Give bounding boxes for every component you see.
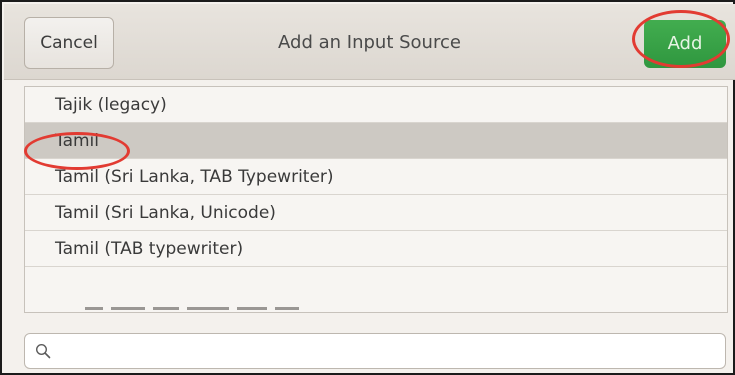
list-item[interactable]: Tamil (TAB typewriter) xyxy=(25,231,727,267)
list-item[interactable]: Tamil (Sri Lanka, TAB Typewriter) xyxy=(25,159,727,195)
search-icon xyxy=(35,343,51,359)
header-bar: Cancel Add an Input Source Add xyxy=(4,4,735,80)
list-item[interactable]: Tamil xyxy=(25,123,727,159)
add-input-source-dialog: Cancel Add an Input Source Add Tajik (le… xyxy=(0,0,735,375)
add-button[interactable]: Add xyxy=(644,20,726,68)
list-item[interactable]: Tajik (legacy) xyxy=(25,87,727,123)
search-field[interactable] xyxy=(24,333,726,369)
dialog-title: Add an Input Source xyxy=(278,32,461,53)
clipped-row-text xyxy=(85,307,299,310)
list-item-partial[interactable] xyxy=(25,291,727,312)
search-input[interactable] xyxy=(59,336,713,368)
list-item[interactable]: Tamil (Sri Lanka, Unicode) xyxy=(25,195,727,231)
input-source-list: Tajik (legacy) Tamil Tamil (Sri Lanka, T… xyxy=(24,86,728,313)
